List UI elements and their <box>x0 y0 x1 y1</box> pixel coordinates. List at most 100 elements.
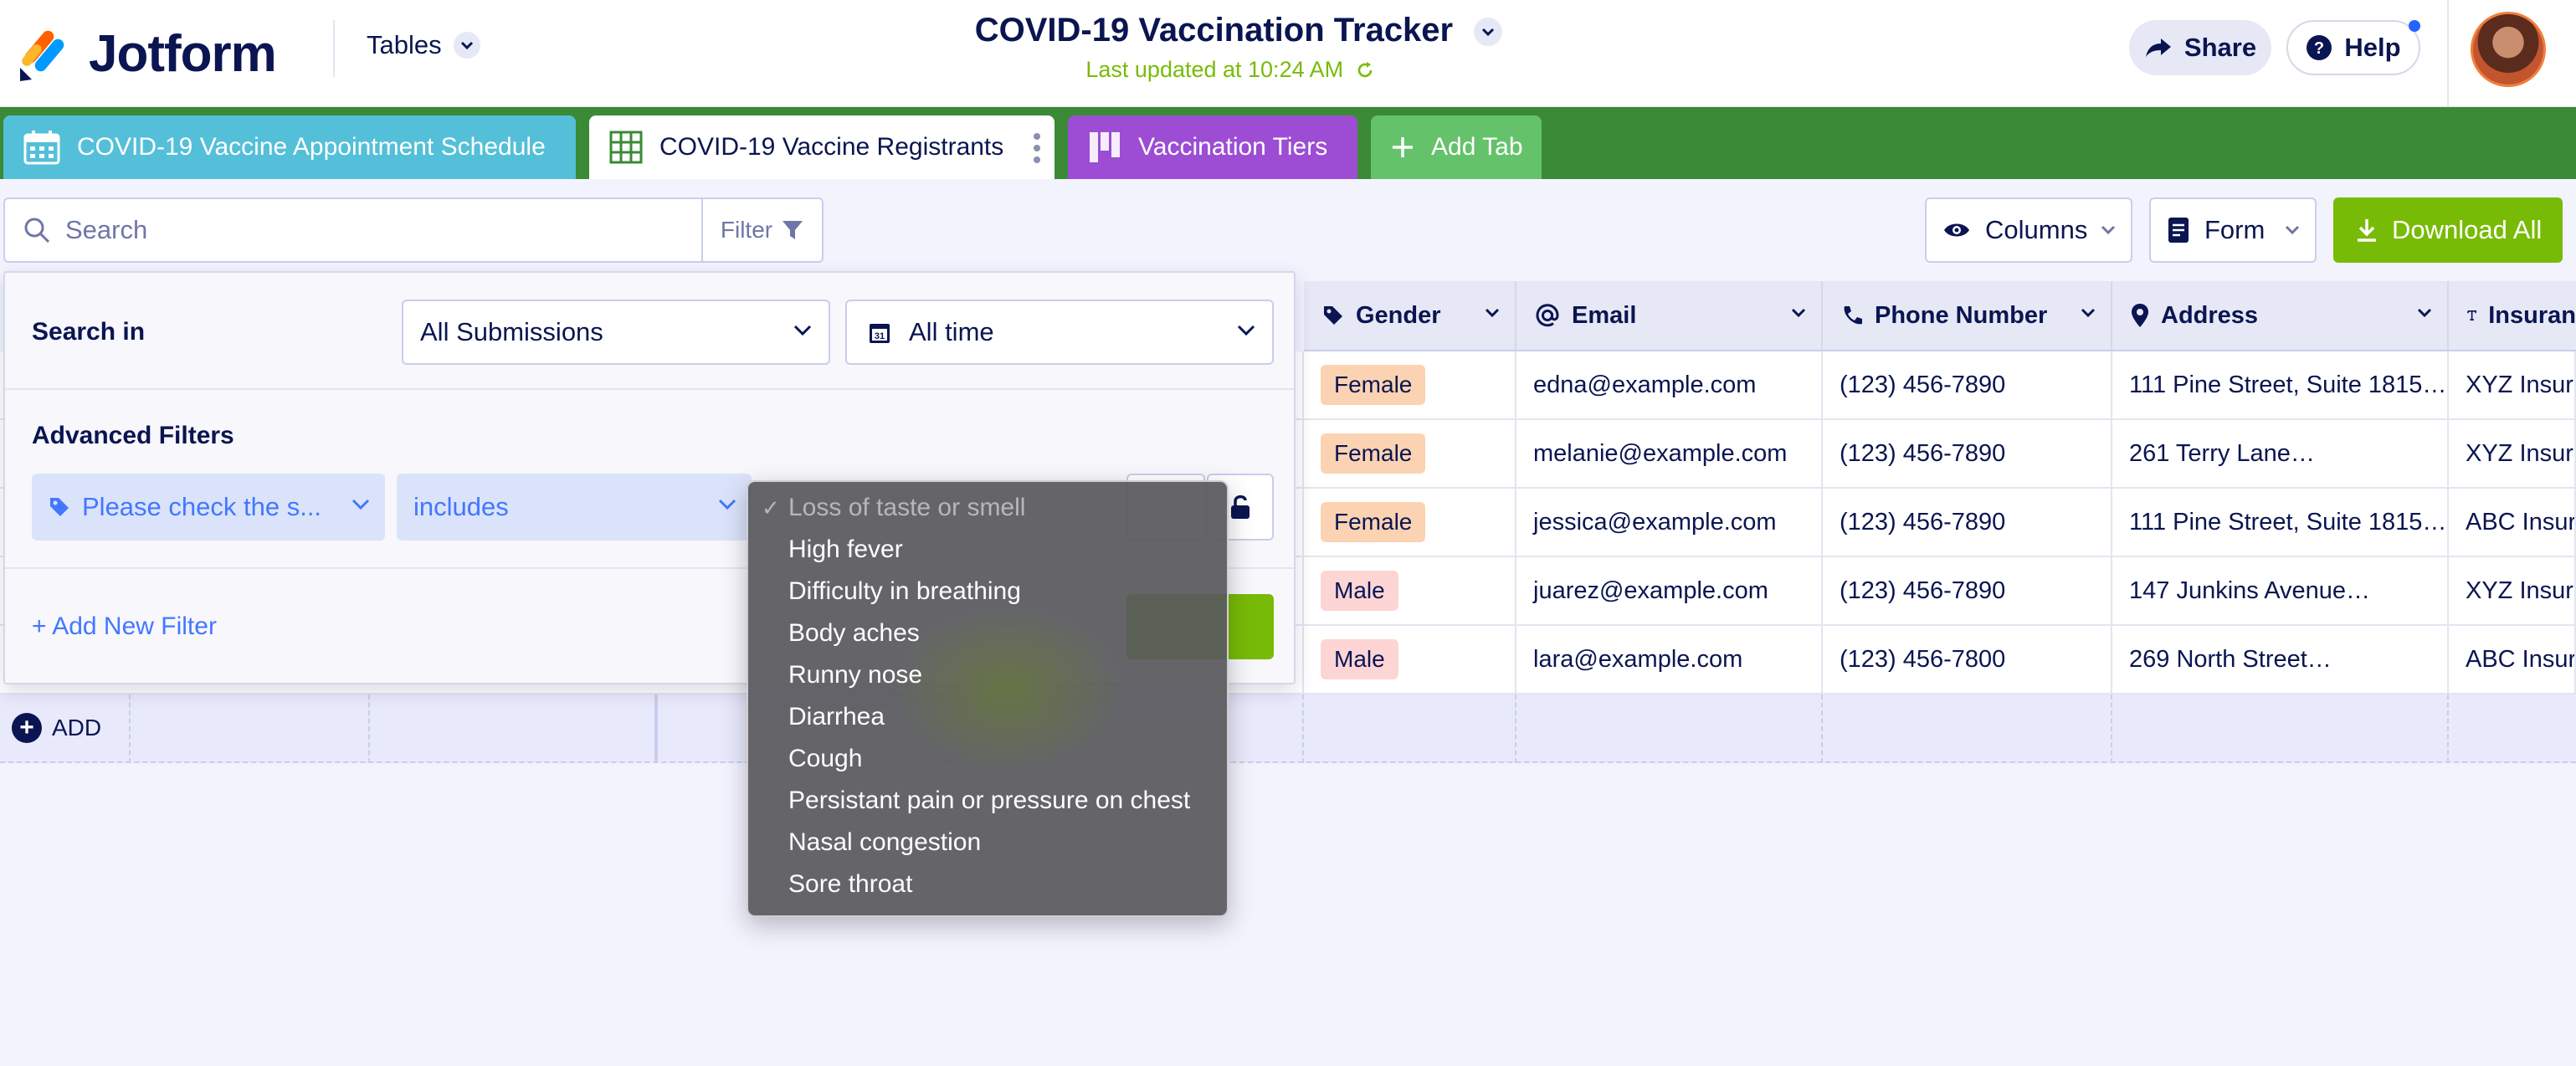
column-header-insurance[interactable]: Insuran <box>2449 281 2576 351</box>
address-cell[interactable]: 269 North Street… <box>2112 626 2449 694</box>
filter-operator-select[interactable]: includes <box>397 474 752 541</box>
tabs-bar: COVID-19 Vaccine Appointment Schedule CO… <box>0 107 2576 179</box>
filter-label: Filter <box>720 217 773 243</box>
dropdown-option[interactable]: Persistant pain or pressure on chest <box>748 780 1227 822</box>
chevron-down-icon[interactable] <box>2081 308 2096 318</box>
share-icon <box>2145 38 2171 57</box>
document-title[interactable]: COVID-19 Vaccination Tracker <box>921 12 1557 49</box>
share-button[interactable]: Share <box>2129 20 2271 75</box>
search-input[interactable]: Search <box>3 197 703 263</box>
dropdown-option[interactable]: Body aches <box>748 612 1227 654</box>
gender-cell[interactable]: Male <box>1304 626 1516 694</box>
tables-menu[interactable]: Tables <box>367 30 480 60</box>
chevron-down-icon[interactable] <box>1791 308 1806 318</box>
tab-appointment-schedule[interactable]: COVID-19 Vaccine Appointment Schedule <box>3 115 576 179</box>
columns-button[interactable]: Columns <box>1925 197 2132 263</box>
add-row-cell <box>131 694 370 763</box>
jotform-logo-icon <box>20 30 64 81</box>
add-row-cell <box>1304 694 1516 763</box>
dropdown-option[interactable]: Cough <box>748 738 1227 780</box>
email-cell[interactable]: jessica@example.com <box>1516 489 1823 557</box>
add-row-button[interactable]: + ADD <box>12 713 101 743</box>
column-header-gender[interactable]: Gender <box>1304 281 1516 351</box>
add-row-cell <box>2112 694 2449 763</box>
email-cell[interactable]: melanie@example.com <box>1516 420 1823 489</box>
insurance-cell[interactable]: XYZ Insura <box>2449 420 2576 489</box>
address-cell-text: 269 North Street… <box>2129 645 2332 673</box>
phone-cell[interactable]: (123) 456-7890 <box>1823 489 2112 557</box>
add-row[interactable] <box>0 694 2576 763</box>
dropdown-option[interactable]: High fever <box>748 529 1227 571</box>
column-label: Insuran <box>2488 301 2576 329</box>
add-tab-button[interactable]: Add Tab <box>1371 115 1542 179</box>
insurance-cell[interactable]: XYZ Insura <box>2449 351 2576 420</box>
add-row-cell <box>1823 694 2112 763</box>
phone-cell[interactable]: (123) 456-7800 <box>1823 626 2112 694</box>
dropdown-option[interactable]: Sore throat <box>748 864 1227 905</box>
form-button[interactable]: Form <box>2149 197 2317 263</box>
filter-value-dropdown[interactable]: ✓ Loss of taste or smell High fever Difficu… <box>747 480 1229 917</box>
chevron-down-icon[interactable] <box>1485 308 1500 318</box>
dropdown-option[interactable]: Nasal congestion <box>748 822 1227 864</box>
insurance-cell-text: XYZ Insura <box>2466 371 2576 398</box>
insurance-cell[interactable]: XYZ Insura <box>2449 557 2576 626</box>
email-cell[interactable]: lara@example.com <box>1516 626 1823 694</box>
table-grid-icon <box>609 131 643 164</box>
dropdown-option[interactable]: Difficulty in breathing <box>748 571 1227 612</box>
refresh-icon[interactable] <box>1355 60 1375 80</box>
phone-cell-text: (123) 456-7890 <box>1840 439 2006 467</box>
download-all-button[interactable]: Download All <box>2333 197 2563 263</box>
dropdown-option[interactable]: ✓ Loss of taste or smell <box>748 487 1227 529</box>
chevron-down-icon[interactable] <box>2417 308 2432 318</box>
column-header-address[interactable]: Address <box>2112 281 2449 351</box>
time-range-select[interactable]: 31 All time <box>845 300 1274 365</box>
jotform-logo[interactable]: Jotform <box>17 18 277 89</box>
plus-icon <box>1393 137 1413 157</box>
gender-badge: Female <box>1321 502 1426 542</box>
phone-cell[interactable]: (123) 456-7890 <box>1823 351 2112 420</box>
insurance-cell[interactable]: ABC Insura <box>2449 626 2576 694</box>
address-cell[interactable]: 147 Junkins Avenue… <box>2112 557 2449 626</box>
address-cell[interactable]: 111 Pine Street, Suite 1815… <box>2112 489 2449 557</box>
gender-cell[interactable]: Male <box>1304 557 1516 626</box>
phone-cell-text: (123) 456-7890 <box>1840 508 2006 536</box>
avatar[interactable] <box>2471 12 2546 87</box>
chevron-down-icon[interactable] <box>1474 18 1503 47</box>
filter-field-select[interactable]: Please check the s... <box>32 474 385 541</box>
more-vertical-icon[interactable] <box>1033 132 1041 164</box>
email-cell[interactable]: edna@example.com <box>1516 351 1823 420</box>
phone-cell[interactable]: (123) 456-7890 <box>1823 557 2112 626</box>
dropdown-option-label: Runny nose <box>788 661 923 689</box>
gender-cell[interactable]: Female <box>1304 420 1516 489</box>
dropdown-option-label: Diarrhea <box>788 703 885 730</box>
dropdown-option[interactable]: Runny nose <box>748 654 1227 696</box>
gender-cell[interactable]: Female <box>1304 351 1516 420</box>
email-cell-text: lara@example.com <box>1533 645 1743 673</box>
insurance-cell[interactable]: ABC Insura <box>2449 489 2576 557</box>
submissions-select[interactable]: All Submissions <box>402 300 830 365</box>
gender-cell[interactable]: Female <box>1304 489 1516 557</box>
submissions-value: All Submissions <box>420 317 603 346</box>
help-button[interactable]: ? Help <box>2286 20 2420 75</box>
dropdown-options: ✓ Loss of taste or smell High fever Difficu… <box>748 487 1227 905</box>
form-label: Form <box>2204 215 2266 244</box>
column-header-email[interactable]: Email <box>1516 281 1823 351</box>
phone-cell-text: (123) 456-7890 <box>1840 577 2006 604</box>
insurance-cell-text: XYZ Insura <box>2466 439 2576 467</box>
tab-vaccination-tiers[interactable]: Vaccination Tiers <box>1068 115 1357 179</box>
tab-vaccine-registrants[interactable]: COVID-19 Vaccine Registrants <box>589 115 1055 179</box>
at-sign-icon <box>1536 304 1559 327</box>
address-cell[interactable]: 261 Terry Lane… <box>2112 420 2449 489</box>
address-cell[interactable]: 111 Pine Street, Suite 1815… <box>2112 351 2449 420</box>
phone-cell[interactable]: (123) 456-7890 <box>1823 420 2112 489</box>
gender-badge: Male <box>1321 639 1398 679</box>
gender-badge: Female <box>1321 433 1426 474</box>
filter-button[interactable]: Filter <box>701 197 824 263</box>
add-new-filter-link[interactable]: + Add New Filter <box>32 612 217 641</box>
column-header-phone-number[interactable]: Phone Number <box>1823 281 2112 351</box>
dropdown-option-label: Difficulty in breathing <box>788 577 1021 605</box>
chevron-down-icon <box>2285 225 2300 235</box>
dropdown-option-label: High fever <box>788 536 903 563</box>
email-cell[interactable]: juarez@example.com <box>1516 557 1823 626</box>
dropdown-option[interactable]: Diarrhea <box>748 696 1227 738</box>
